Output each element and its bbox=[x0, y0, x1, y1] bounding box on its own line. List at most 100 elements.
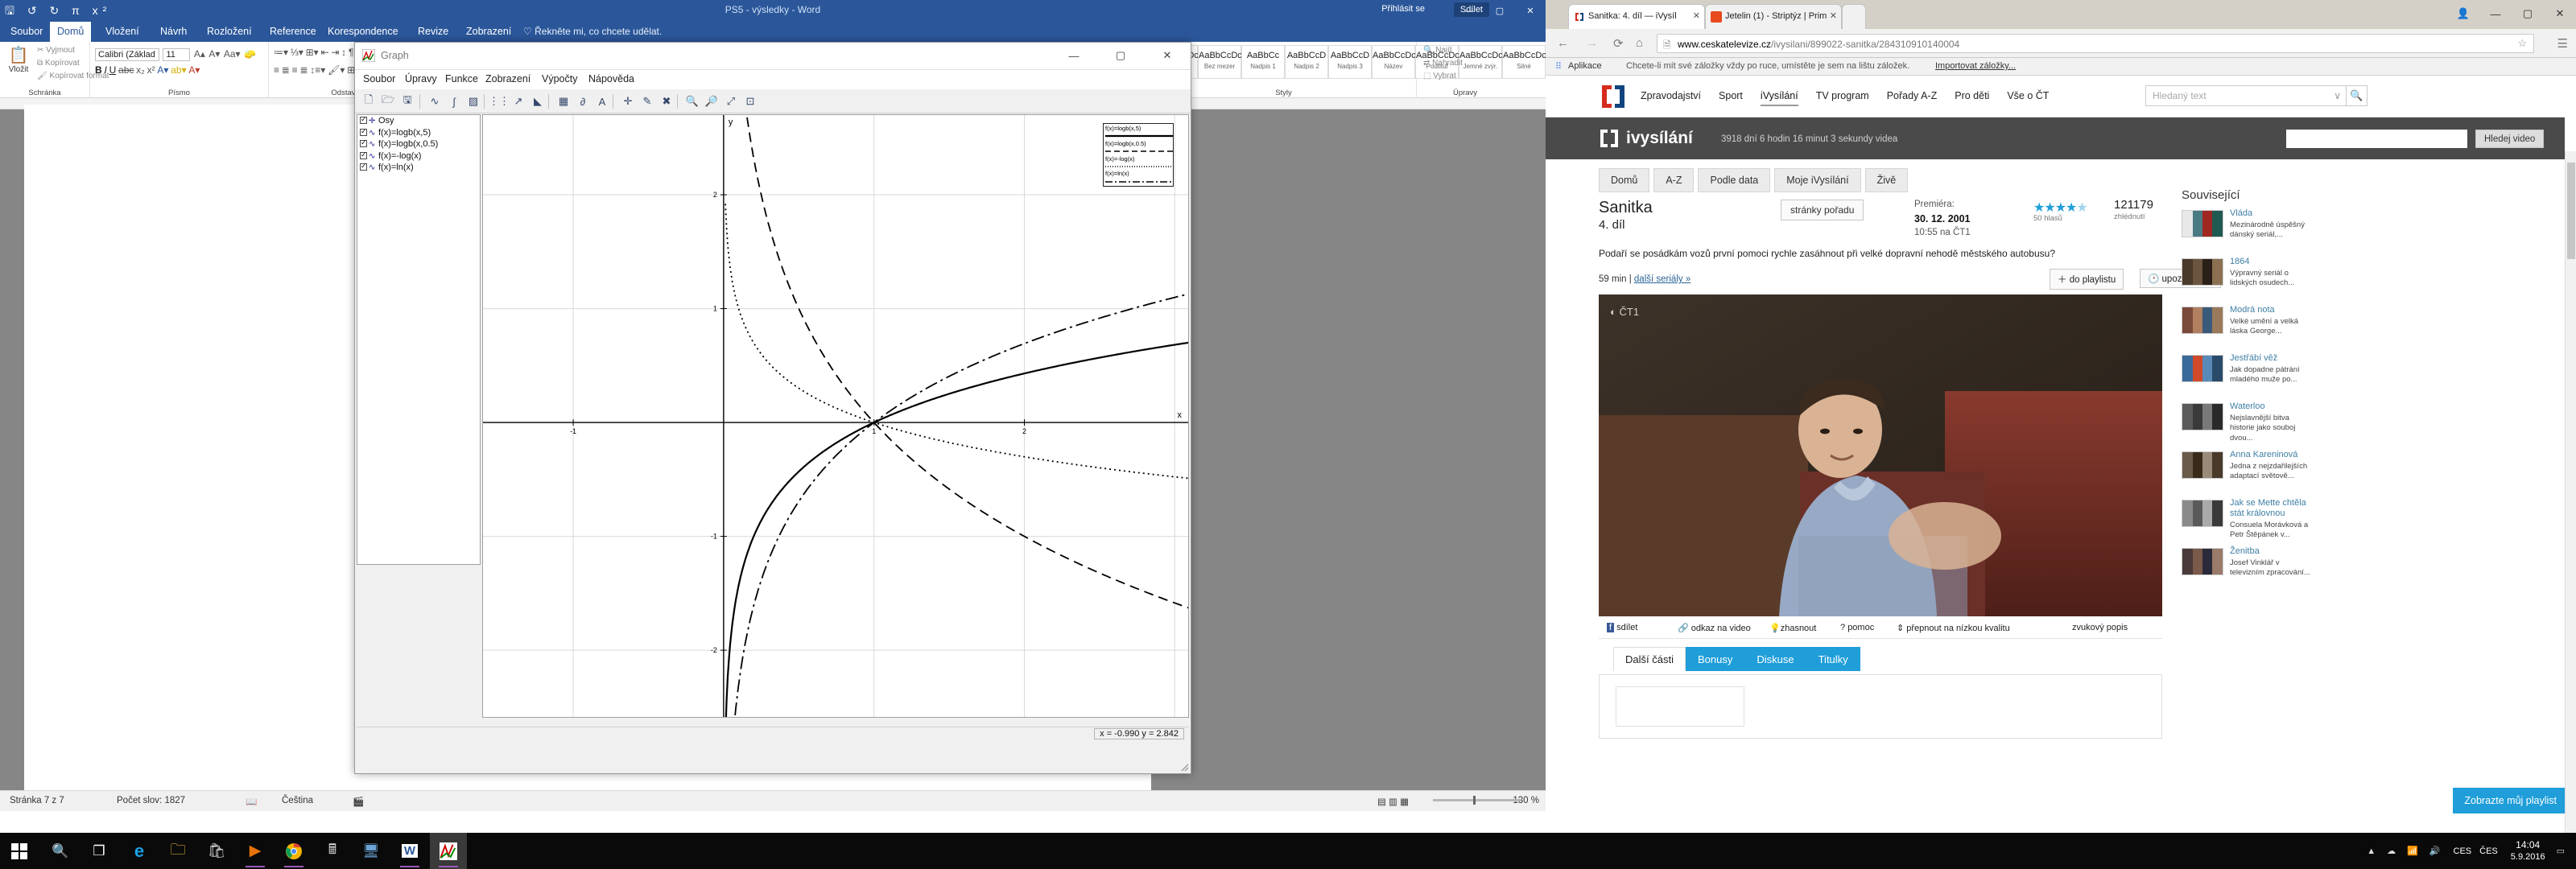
style-item-2[interactable]: AaBbCc Nadpis 1 bbox=[1241, 45, 1285, 79]
sort-icon[interactable]: ↕ bbox=[341, 47, 346, 58]
taskbar-explorer-icon[interactable]: 🗀 bbox=[159, 833, 196, 869]
video-link-button[interactable]: 🔗 odkaz na video bbox=[1678, 623, 1751, 633]
share-button[interactable]: f sdílet bbox=[1607, 623, 1637, 632]
chrome-tab-1[interactable]: Jetelin (1) - Striptýz | Prim ✕ bbox=[1705, 4, 1842, 29]
ivysilani-tab-1[interactable]: A-Z bbox=[1653, 168, 1695, 192]
page-scrollbar[interactable] bbox=[2565, 151, 2576, 833]
taskbar-search-icon[interactable]: 🔍 bbox=[42, 833, 79, 869]
tab-rozlozeni[interactable]: Rozložení bbox=[200, 22, 259, 42]
highlight-icon[interactable]: ab▾ bbox=[171, 64, 186, 76]
related-thumbnail[interactable] bbox=[2182, 403, 2223, 430]
graph-function-item-4[interactable]: ∿f(x)=ln(x) bbox=[357, 160, 480, 174]
tab-zobrazeni[interactable]: Zobrazení bbox=[459, 22, 518, 42]
page-info-icon[interactable]: 🗎 bbox=[1663, 38, 1671, 55]
tab-navrh[interactable]: Návrh bbox=[153, 22, 194, 42]
system-tray[interactable]: ▲ ☁ 📶 🔊 CES ČES 14:04 5.9.2016 ▭ bbox=[2367, 833, 2576, 869]
graph-resize-grip[interactable] bbox=[1179, 762, 1189, 772]
change-case-icon[interactable]: Aa▾ bbox=[224, 48, 241, 60]
save-file-icon[interactable]: 🖫 bbox=[398, 93, 416, 110]
tray-lang-label[interactable]: CES bbox=[2454, 846, 2472, 856]
strikethrough-icon[interactable]: abc bbox=[118, 64, 134, 76]
insert-ode-icon[interactable]: ∂ bbox=[574, 93, 592, 110]
proofing-icon[interactable]: 📖 bbox=[246, 796, 257, 807]
graph-menu-bar[interactable]: Soubor Úpravy Funkce Zobrazení Výpočty N… bbox=[355, 70, 1191, 89]
related-thumbnail[interactable] bbox=[2182, 210, 2223, 237]
edit-axes-icon[interactable]: ✛ bbox=[619, 93, 637, 110]
back-icon[interactable]: ← bbox=[1557, 36, 1569, 50]
new-file-icon[interactable]: 🗋 bbox=[360, 93, 378, 110]
open-file-icon[interactable]: 🗁 bbox=[379, 93, 397, 110]
related-item-3[interactable]: Jestřábí věž Jak dopadne pátrání mladého … bbox=[2182, 353, 2310, 397]
ct-main-nav[interactable]: Zpravodajství Sport iVysílání TV program Poř… bbox=[1641, 90, 2066, 106]
related-title[interactable]: Anna Kareninová bbox=[2230, 450, 2297, 460]
graph-plot-canvas[interactable]: xy -1 1 2 -2 -1 1 2 f(x)=logb(x,5) f(x)=l… bbox=[482, 114, 1189, 718]
bottom-tab-1[interactable]: Bonusy bbox=[1685, 647, 1745, 671]
font-color-icon[interactable]: A▾ bbox=[188, 64, 200, 76]
zoom-in-icon[interactable]: 🔍 bbox=[683, 93, 701, 110]
taskbar-graph-icon[interactable] bbox=[430, 833, 467, 869]
superscript-icon[interactable]: x² bbox=[147, 64, 155, 76]
graph-menu-napoveda[interactable]: Nápověda bbox=[588, 73, 634, 84]
underline-icon[interactable]: U bbox=[109, 64, 117, 76]
action-center-icon[interactable]: ▭ bbox=[2557, 846, 2565, 856]
insert-label-icon[interactable]: A bbox=[593, 93, 611, 110]
text-effects-icon[interactable]: A▾ bbox=[157, 64, 168, 76]
macro-icon[interactable]: 🎬 bbox=[353, 796, 364, 807]
zoom-fit-icon[interactable]: ⤢ bbox=[722, 93, 740, 110]
grow-font-icon[interactable]: A▴ bbox=[194, 48, 205, 60]
related-item-5[interactable]: Anna Kareninová Jedna z nejzdařilejších a… bbox=[2182, 450, 2310, 493]
import-bookmarks-link[interactable]: Importovat záložky... bbox=[1935, 61, 2016, 71]
tab-revize[interactable]: Revize bbox=[411, 22, 456, 42]
related-title[interactable]: Modrá nota bbox=[2230, 305, 2275, 315]
insert-function-icon[interactable]: ∿ bbox=[426, 93, 444, 110]
style-item-3[interactable]: AaBbCcD Nadpis 2 bbox=[1285, 45, 1328, 79]
view-buttons[interactable]: ▤ ▥ ▦ bbox=[1377, 796, 1409, 807]
cut-button[interactable]: ✂ Vyjmout bbox=[37, 46, 75, 55]
video-search-button[interactable]: Hledej video bbox=[2475, 130, 2545, 148]
forward-icon[interactable]: → bbox=[1586, 36, 1598, 50]
show-playlist-button[interactable]: Zobrazte můj playlist bbox=[2453, 788, 2568, 813]
taskbar-calculator-icon[interactable]: 🖩 bbox=[314, 833, 351, 869]
bottom-tab-0[interactable]: Další části bbox=[1613, 647, 1686, 671]
related-item-7[interactable]: Ženitba Josef Vinklář v televizním zpraco… bbox=[2182, 546, 2310, 590]
related-title[interactable]: Vláda bbox=[2230, 208, 2252, 219]
chrome-tab-0[interactable]: Sanitka: 4. díl — iVysíl ✕ bbox=[1568, 4, 1705, 29]
address-bar[interactable]: 🗎 www.ceskatelevize.cz/ivysilani/899022-… bbox=[1657, 34, 2534, 53]
delete-item-icon[interactable]: ✖ bbox=[658, 93, 675, 110]
numbering-icon[interactable]: ⅓▾ bbox=[291, 47, 303, 58]
function-checkbox[interactable] bbox=[360, 149, 367, 160]
edit-item-icon[interactable]: ✎ bbox=[638, 93, 656, 110]
ct-nav-item-0[interactable]: Zpravodajství bbox=[1641, 90, 1701, 101]
episode-thumb-placeholder[interactable] bbox=[1616, 686, 1744, 727]
status-language[interactable]: Čeština bbox=[282, 796, 313, 805]
graph-function-item-3[interactable]: ∿f(x)=-log(x) bbox=[357, 149, 480, 163]
ct-nav-item-3[interactable]: TV program bbox=[1816, 90, 1869, 101]
insert-tangent-icon[interactable]: ∫ bbox=[445, 93, 463, 110]
related-thumbnail[interactable] bbox=[2182, 307, 2223, 334]
ivysilani-tab-0[interactable]: Domů bbox=[1599, 168, 1650, 192]
chrome-close-icon[interactable]: ✕ bbox=[2544, 7, 2576, 20]
video-player[interactable]: ◐ ČT1 bbox=[1599, 294, 2162, 616]
paste-button[interactable]: 📋 Vložit bbox=[5, 45, 32, 74]
show-pages-button[interactable]: stránky pořadu bbox=[1781, 200, 1864, 220]
tray-kbd-label[interactable]: ČES bbox=[2479, 846, 2498, 856]
related-thumbnail[interactable] bbox=[2182, 355, 2223, 382]
add-to-playlist-button[interactable]: ＋ do playlistu bbox=[2050, 269, 2124, 290]
chrome-profile-icon[interactable]: 👤 bbox=[2447, 7, 2479, 20]
zoom-standard-icon[interactable]: ⊡ bbox=[741, 93, 759, 110]
chrome-tab-strip[interactable]: Sanitka: 4. díl — iVysíl ✕ Jetelin (1) -… bbox=[1546, 0, 2576, 29]
bottom-tab-bar[interactable]: Další části Bonusy Diskuse Titulky bbox=[1613, 647, 1860, 671]
rating-block[interactable]: ★★★★★ 50 hlasů bbox=[2033, 200, 2088, 223]
increase-indent-icon[interactable]: ⇥ bbox=[331, 47, 339, 58]
ct-search-button[interactable]: 🔍 bbox=[2347, 85, 2368, 106]
graph-menu-upravy[interactable]: Úpravy bbox=[405, 73, 437, 84]
show-marks-icon[interactable]: ¶ bbox=[349, 47, 353, 58]
related-thumbnail[interactable] bbox=[2182, 500, 2223, 527]
related-thumbnail[interactable] bbox=[2182, 548, 2223, 575]
tab-vlozeni[interactable]: Vložení bbox=[98, 22, 147, 42]
insert-point-series-icon[interactable]: ⋮⋮ bbox=[489, 93, 510, 110]
word-window-controls[interactable]: — ▢ ✕ bbox=[1454, 0, 1546, 22]
ivysilani-tabs[interactable]: Domů A-Z Podle data Moje iVysílání Živě bbox=[1599, 168, 1909, 192]
font-size-input[interactable]: 11 bbox=[163, 48, 191, 61]
related-thumbnail[interactable] bbox=[2182, 451, 2223, 479]
